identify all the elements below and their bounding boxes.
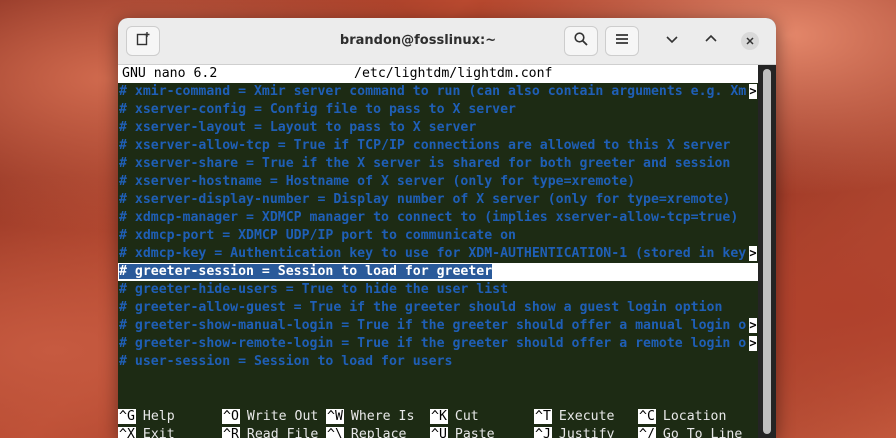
shortcut-item: ^C Location — [638, 408, 726, 426]
editor-line-text: # greeter-hide-users = True to hide the … — [119, 282, 509, 297]
shortcut-label: Justify — [558, 427, 615, 438]
editor-line-text: # xserver-layout = Layout to pass to X s… — [119, 120, 477, 135]
shortcut-label: Paste — [454, 427, 495, 438]
editor-line-text: # greeter-allow-guest = True if the gree… — [119, 300, 723, 315]
title-bar: brandon@fosslinux:~ — [118, 18, 776, 65]
editor-line-selected[interactable]: # greeter-session = Session to load for … — [118, 263, 759, 281]
shortcut-label: Replace — [350, 427, 407, 438]
shortcut-label: Help — [142, 409, 175, 424]
close-icon — [741, 32, 759, 50]
chevron-down-icon — [664, 31, 680, 51]
maximize-button[interactable] — [694, 26, 728, 56]
shortcut-key: ^J — [534, 427, 552, 438]
shortcut-label: Write Out — [246, 409, 319, 424]
scrollbar-thumb[interactable] — [763, 69, 771, 434]
shortcut-key: ^G — [118, 409, 136, 424]
shortcut-key: ^X — [118, 427, 136, 438]
menu-button[interactable] — [605, 26, 639, 56]
shortcut-item: ^K Cut — [430, 408, 479, 426]
shortcut-item: ^G Help — [118, 408, 175, 426]
editor-line[interactable]: # xdmcp-port = XDMCP UDP/IP port to comm… — [118, 227, 759, 245]
editor-line[interactable]: # xdmcp-manager = XDMCP manager to conne… — [118, 209, 759, 227]
line-overflow-marker: > — [749, 336, 757, 351]
editor-line-text: # xserver-hostname = Hostname of X serve… — [119, 174, 636, 189]
chevron-up-icon — [703, 31, 719, 51]
terminal-window: brandon@fosslinux:~ GNU nano 6.2 /etc/li… — [118, 18, 776, 438]
editor-line-text: # xdmcp-key = Authentication key to use … — [119, 246, 747, 261]
minimize-button[interactable] — [655, 26, 689, 56]
shortcut-label: Go To Line — [662, 427, 743, 438]
nano-version: GNU nano 6.2 — [122, 66, 218, 81]
editor-line[interactable]: # xserver-config = Config file to pass t… — [118, 101, 759, 119]
shortcut-key: ^\ — [326, 427, 344, 438]
shortcut-key: ^U — [430, 427, 448, 438]
shortcut-key: ^/ — [638, 427, 656, 438]
editor-line[interactable]: # xserver-display-number = Display numbe… — [118, 191, 759, 209]
shortcut-label: Read File — [246, 427, 319, 438]
editor-line-text: # xdmcp-port = XDMCP UDP/IP port to comm… — [119, 228, 516, 243]
window-title: brandon@fosslinux:~ — [339, 33, 497, 48]
editor-line[interactable]: # user-session = Session to load for use… — [118, 353, 759, 371]
shortcut-item: ^X Exit — [118, 426, 175, 438]
editor-line-text: # greeter-session = Session to load for … — [119, 264, 493, 279]
editor-line-text: # xserver-display-number = Display numbe… — [119, 192, 731, 207]
line-overflow-marker: > — [749, 246, 757, 261]
shortcut-key: ^T — [534, 409, 552, 424]
new-tab-button[interactable] — [126, 26, 160, 56]
shortcut-item: ^J Justify — [534, 426, 614, 438]
shortcut-item: ^R Read File — [222, 426, 318, 438]
shortcut-label: Where Is — [350, 409, 415, 424]
editor-line-text: # greeter-show-remote-login = True if th… — [119, 336, 747, 351]
close-button[interactable] — [733, 26, 767, 56]
editor-line[interactable]: # xserver-allow-tcp = True if TCP/IP con… — [118, 137, 759, 155]
shortcut-label: Location — [662, 409, 727, 424]
editor-line[interactable]: # greeter-show-remote-login = True if th… — [118, 335, 759, 353]
shortcut-key: ^R — [222, 427, 240, 438]
shortcut-label: Cut — [454, 409, 479, 424]
shortcut-item: ^W Where Is — [326, 408, 414, 426]
editor-line[interactable]: # xmir-command = Xmir server command to … — [118, 83, 759, 101]
shortcut-label: Exit — [142, 427, 175, 438]
shortcut-key: ^O — [222, 409, 240, 424]
terminal-area[interactable]: GNU nano 6.2 /etc/lightdm/lightdm.conf #… — [118, 65, 759, 438]
editor-line[interactable]: # xserver-layout = Layout to pass to X s… — [118, 119, 759, 137]
nano-header: GNU nano 6.2 /etc/lightdm/lightdm.conf — [118, 65, 758, 83]
shortcut-item: ^U Paste — [430, 426, 495, 438]
editor-line-text: # greeter-show-manual-login = True if th… — [119, 318, 747, 333]
shortcut-item: ^T Execute — [534, 408, 614, 426]
editor-line[interactable]: # xdmcp-key = Authentication key to use … — [118, 245, 759, 263]
editor-line-text: # user-session = Session to load for use… — [119, 354, 453, 369]
shortcut-item: ^\ Replace — [326, 426, 406, 438]
hamburger-menu-icon — [614, 31, 630, 51]
search-button[interactable] — [564, 26, 598, 56]
shortcut-item: ^/ Go To Line — [638, 426, 742, 438]
editor-line-text: # xserver-share = True if the X server i… — [119, 156, 731, 171]
editor-line-text: # xdmcp-manager = XDMCP manager to conne… — [119, 210, 739, 225]
editor-line-text: # xmir-command = Xmir server command to … — [119, 84, 747, 99]
search-icon — [573, 31, 589, 51]
editor-line[interactable]: # greeter-show-manual-login = True if th… — [118, 317, 759, 335]
editor-line[interactable]: # greeter-allow-guest = True if the gree… — [118, 299, 759, 317]
line-overflow-marker: > — [749, 318, 757, 333]
nano-filename: /etc/lightdm/lightdm.conf — [354, 66, 553, 81]
shortcut-key: ^K — [430, 409, 448, 424]
editor-line-text: # xserver-allow-tcp = True if TCP/IP con… — [119, 138, 731, 153]
line-overflow-marker: > — [749, 84, 757, 99]
shortcut-label: Execute — [558, 409, 615, 424]
new-tab-icon — [135, 31, 151, 51]
editor-line-text: # xserver-config = Config file to pass t… — [119, 102, 516, 117]
scrollbar[interactable] — [758, 65, 776, 438]
shortcut-item: ^O Write Out — [222, 408, 318, 426]
shortcut-key: ^C — [638, 409, 656, 424]
editor-line[interactable]: # greeter-hide-users = True to hide the … — [118, 281, 759, 299]
editor-line[interactable]: # xserver-share = True if the X server i… — [118, 155, 759, 173]
editor-line[interactable]: # xserver-hostname = Hostname of X serve… — [118, 173, 759, 191]
shortcut-key: ^W — [326, 409, 344, 424]
